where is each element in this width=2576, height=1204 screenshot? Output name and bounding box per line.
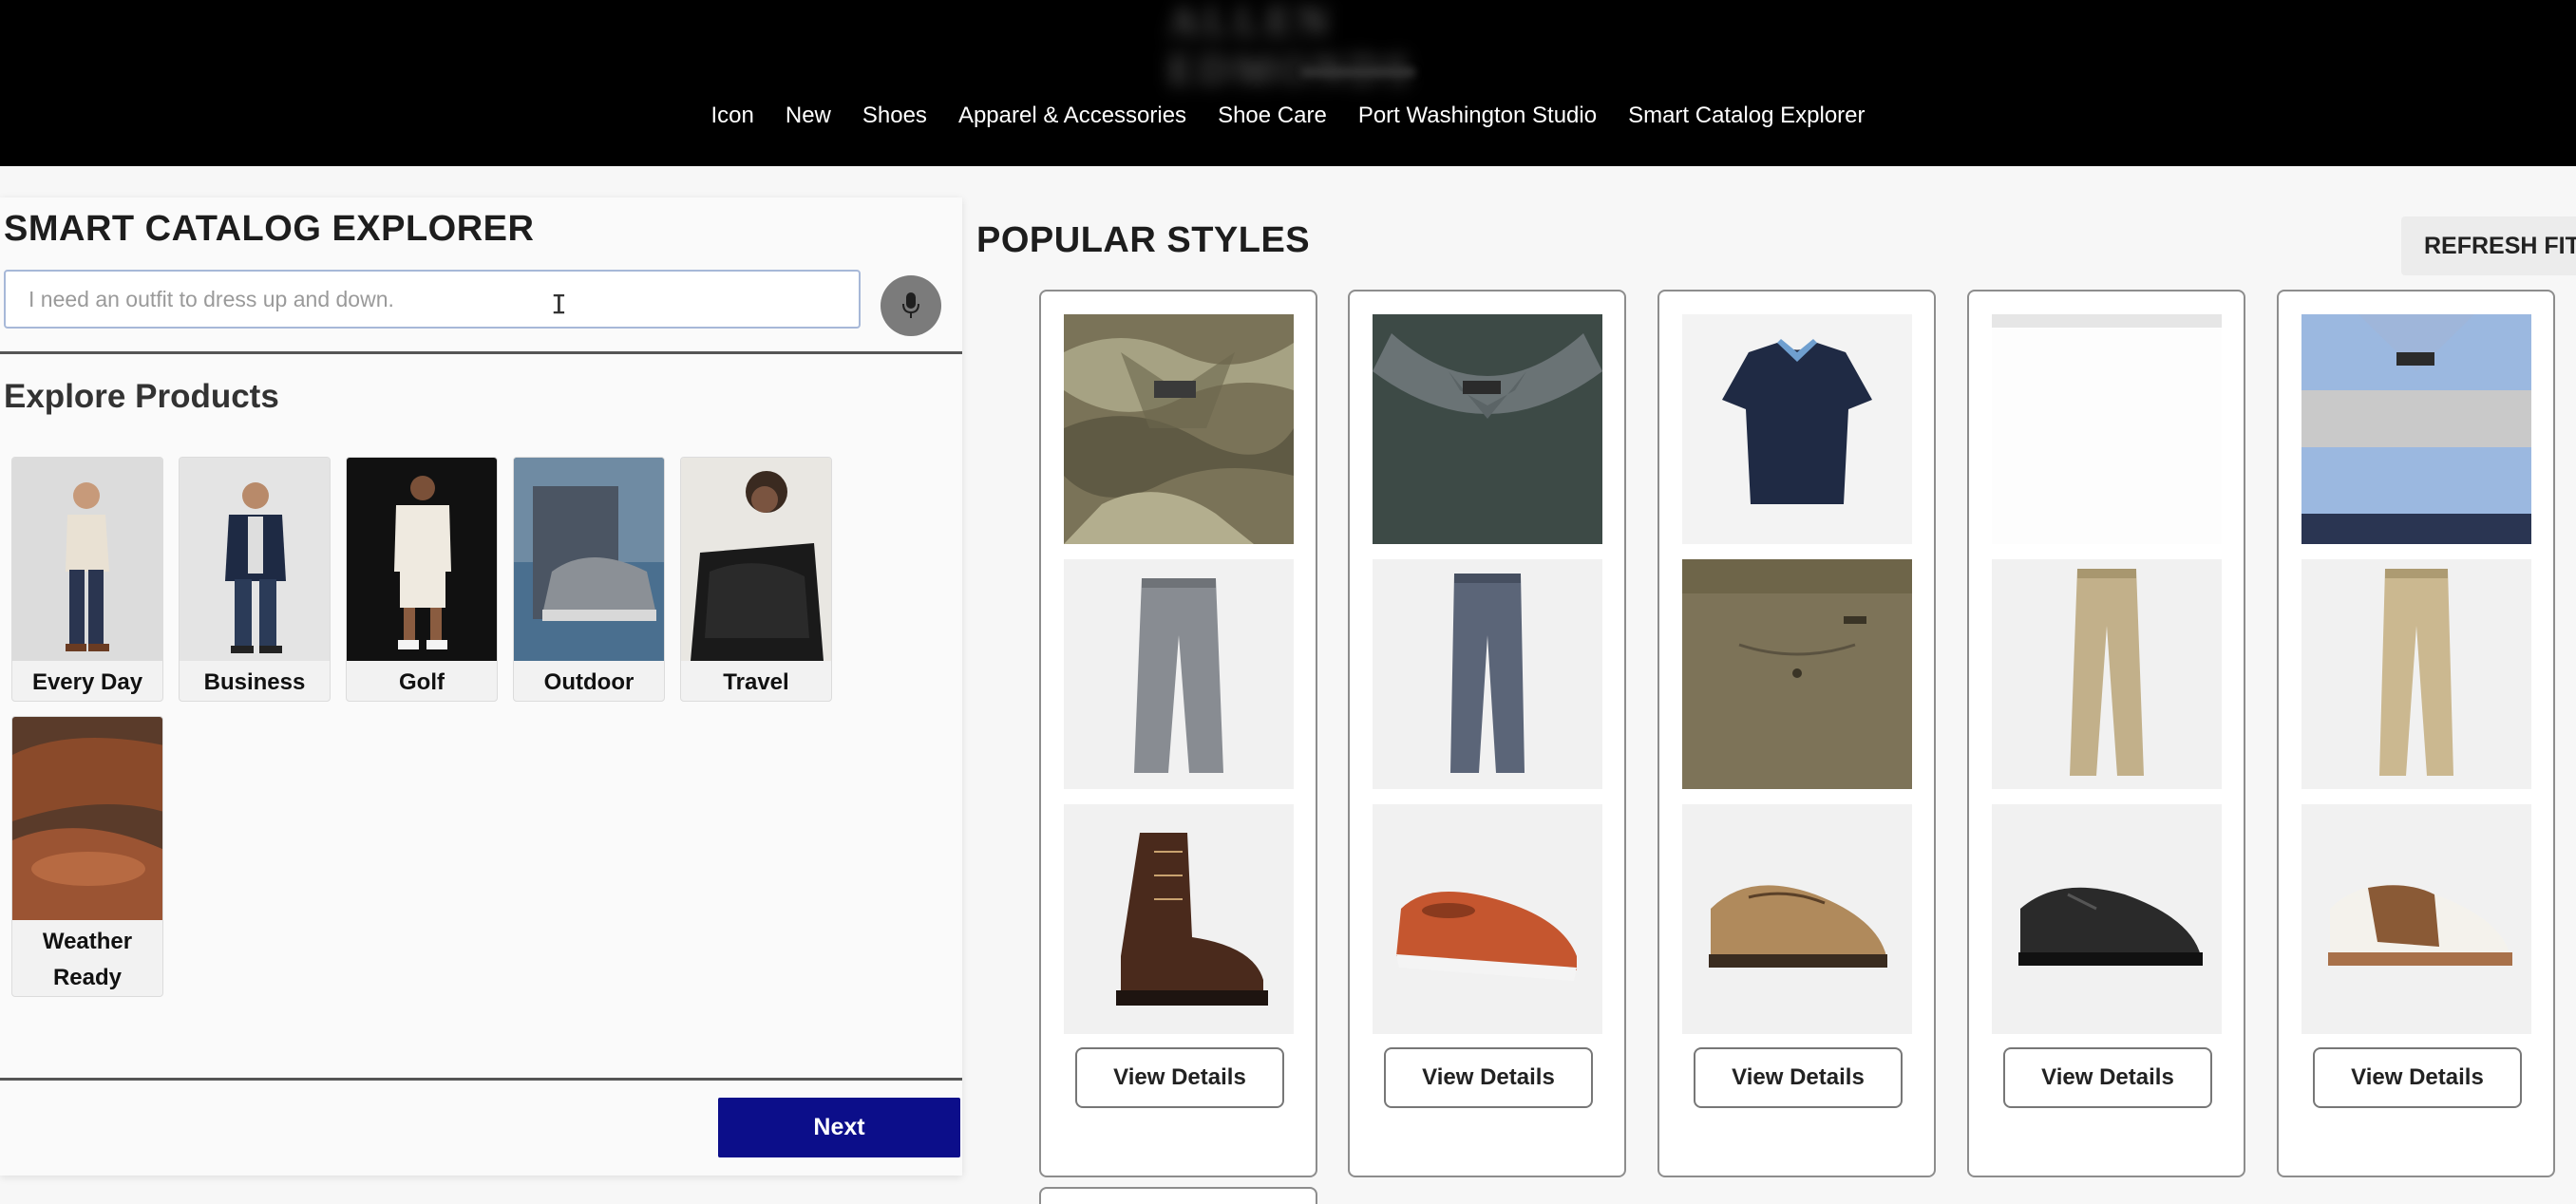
brand-logo[interactable]: ALLEN EDMONDS — [1168, 0, 1548, 93]
outfit-search-input[interactable] — [4, 270, 861, 329]
nav-item-port-washington-studio[interactable]: Port Washington Studio — [1358, 103, 1597, 129]
smart-catalog-panel: SMART CATALOG EXPLORER I Explore Product… — [0, 198, 962, 1176]
khaki-pants-image[interactable] — [2301, 559, 2531, 789]
category-image-every-day — [12, 458, 162, 661]
category-label: Business — [203, 669, 306, 695]
category-image-golf — [347, 458, 497, 661]
category-label: Every Day — [31, 669, 143, 695]
next-button[interactable]: Next — [718, 1098, 960, 1157]
category-label: Travel — [723, 669, 789, 695]
nav-item-icon[interactable]: Icon — [710, 103, 753, 129]
olive-chino-shorts-image[interactable] — [1682, 559, 1912, 789]
outfit-card: View Details — [1657, 290, 1936, 1177]
category-image-travel — [681, 458, 831, 661]
panel-divider — [0, 351, 962, 354]
red-slip-on-sneaker-image[interactable] — [1373, 804, 1602, 1034]
navy-polo-image[interactable] — [1682, 314, 1912, 544]
outfit-card: View Details — [2277, 290, 2555, 1177]
microphone-button[interactable] — [881, 275, 941, 336]
brown-white-saddle-shoe-image[interactable] — [2301, 804, 2531, 1034]
category-image-business — [180, 458, 330, 661]
view-details-button[interactable]: View Details — [2003, 1047, 2212, 1108]
category-image-weather-ready — [12, 717, 162, 920]
blank-top-image[interactable] — [1992, 314, 2222, 544]
refresh-fit-button[interactable]: REFRESH FIT — [2401, 216, 2576, 275]
category-card-business[interactable]: Business — [179, 457, 331, 702]
microphone-icon — [902, 292, 919, 318]
panel-footer-divider — [0, 1078, 962, 1081]
camo-print-shirt-image[interactable] — [1064, 314, 1294, 544]
nav-item-shoe-care[interactable]: Shoe Care — [1218, 103, 1327, 129]
brown-lace-up-boot-image[interactable] — [1064, 804, 1294, 1034]
category-label: Weather Ready — [42, 929, 133, 990]
category-card-outdoor[interactable]: Outdoor — [513, 457, 665, 702]
gray-jeans-image[interactable] — [1373, 559, 1602, 789]
site-header: ALLEN EDMONDS Icon New Shoes Apparel & A… — [0, 0, 2576, 166]
outfit-card-partial — [1039, 1187, 1317, 1204]
nav-item-shoes[interactable]: Shoes — [862, 103, 927, 129]
main-nav: Icon New Shoes Apparel & Accessories Sho… — [0, 103, 2576, 129]
nav-item-new[interactable]: New — [786, 103, 831, 129]
brand-logo-text: ALLEN EDMONDS — [1168, 0, 1415, 93]
explore-products-heading: Explore Products — [4, 378, 279, 415]
tan-boat-shoe-image[interactable] — [1682, 804, 1912, 1034]
nav-item-apparel-accessories[interactable]: Apparel & Accessories — [958, 103, 1186, 129]
category-card-travel[interactable]: Travel — [680, 457, 832, 702]
black-derby-shoe-image[interactable] — [1992, 804, 2222, 1034]
gray-pants-image[interactable] — [1064, 559, 1294, 789]
category-card-golf[interactable]: Golf — [346, 457, 498, 702]
category-image-outdoor — [514, 458, 664, 661]
category-card-every-day[interactable]: Every Day — [11, 457, 163, 702]
popular-styles-heading: POPULAR STYLES — [976, 220, 1311, 260]
panel-title: SMART CATALOG EXPLORER — [4, 209, 535, 249]
brand-tagline-blurred — [1301, 68, 1415, 76]
category-label: Golf — [399, 669, 445, 695]
outfit-card: View Details — [1039, 290, 1317, 1177]
category-card-weather-ready[interactable]: Weather Ready — [11, 716, 163, 997]
nav-item-smart-catalog-explorer[interactable]: Smart Catalog Explorer — [1628, 103, 1865, 129]
view-details-button[interactable]: View Details — [1075, 1047, 1284, 1108]
view-details-button[interactable]: View Details — [1694, 1047, 1903, 1108]
outfit-card: View Details — [1967, 290, 2245, 1177]
blue-stripe-polo-image[interactable] — [2301, 314, 2531, 544]
dark-green-polo-image[interactable] — [1373, 314, 1602, 544]
outfit-card: View Details — [1348, 290, 1626, 1177]
view-details-button[interactable]: View Details — [1384, 1047, 1593, 1108]
category-label: Outdoor — [543, 669, 635, 695]
khaki-pants-image[interactable] — [1992, 559, 2222, 789]
view-details-button[interactable]: View Details — [2313, 1047, 2522, 1108]
